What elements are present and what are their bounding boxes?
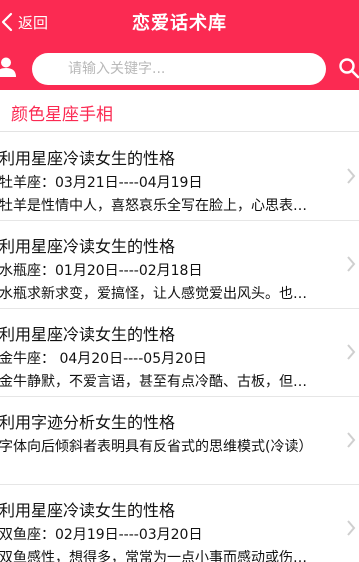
chevron-right-icon [347, 520, 356, 536]
item-desc: 水瓶求新求变，爱搞怪，让人感觉爱出风头。也… [0, 286, 307, 302]
article-list: 利用星座冷读女生的性格 牡羊座：03月21日----04月19日 牡羊是性情中人… [0, 133, 359, 562]
navigation-bar: 返回 恋爱话术库 [0, 0, 359, 44]
list-item[interactable]: 利用星座冷读女生的性格 金牛座： 04月20日----05月20日 金牛静默，不… [0, 309, 359, 397]
item-desc: 双鱼感性，想得多，常常为一点小事而感动或伤… [0, 550, 307, 562]
item-date: 牡羊座：03月21日----04月19日 [0, 175, 203, 191]
chevron-right-icon [347, 344, 356, 360]
item-title: 利用星座冷读女生的性格 [0, 501, 176, 520]
chevron-right-icon [347, 168, 356, 184]
item-desc: 字体向后倾斜者表明具有反省式的思维模式(冷读） [0, 439, 313, 455]
item-title: 利用星座冷读女生的性格 [0, 149, 176, 168]
item-desc: 牡羊是性情中人，喜怒哀乐全写在脸上，心思表… [0, 198, 307, 214]
category-header: 颜色星座手相 [0, 90, 359, 132]
item-title: 利用星座冷读女生的性格 [0, 325, 176, 344]
chevron-right-icon [347, 256, 356, 272]
user-icon[interactable] [0, 56, 16, 78]
item-desc: 金牛静默，不爱言语，甚至有点冷酷、古板，但… [0, 374, 307, 390]
chevron-right-icon [347, 432, 356, 448]
search-box[interactable] [32, 53, 326, 85]
search-input[interactable] [32, 53, 326, 85]
search-icon[interactable] [338, 57, 359, 79]
list-item[interactable]: 利用星座冷读女生的性格 水瓶座：01月20日----02月18日 水瓶求新求变，… [0, 221, 359, 309]
top-bar: 返回 恋爱话术库 [0, 0, 359, 90]
list-item[interactable]: 利用星座冷读女生的性格 牡羊座：03月21日----04月19日 牡羊是性情中人… [0, 133, 359, 221]
item-date: 金牛座： 04月20日----05月20日 [0, 351, 207, 367]
category-title: 颜色星座手相 [11, 105, 113, 125]
item-date: 双鱼座：02月19日----03月20日 [0, 527, 203, 543]
item-date: 水瓶座：01月20日----02月18日 [0, 263, 203, 279]
item-title: 利用字迹分析女生的性格 [0, 413, 176, 432]
item-title: 利用星座冷读女生的性格 [0, 237, 176, 256]
list-item[interactable]: 利用字迹分析女生的性格 字体向后倾斜者表明具有反省式的思维模式(冷读） [0, 397, 359, 485]
list-item[interactable]: 利用星座冷读女生的性格 双鱼座：02月19日----03月20日 双鱼感性，想得… [0, 485, 359, 562]
page-title: 恋爱话术库 [132, 13, 227, 34]
